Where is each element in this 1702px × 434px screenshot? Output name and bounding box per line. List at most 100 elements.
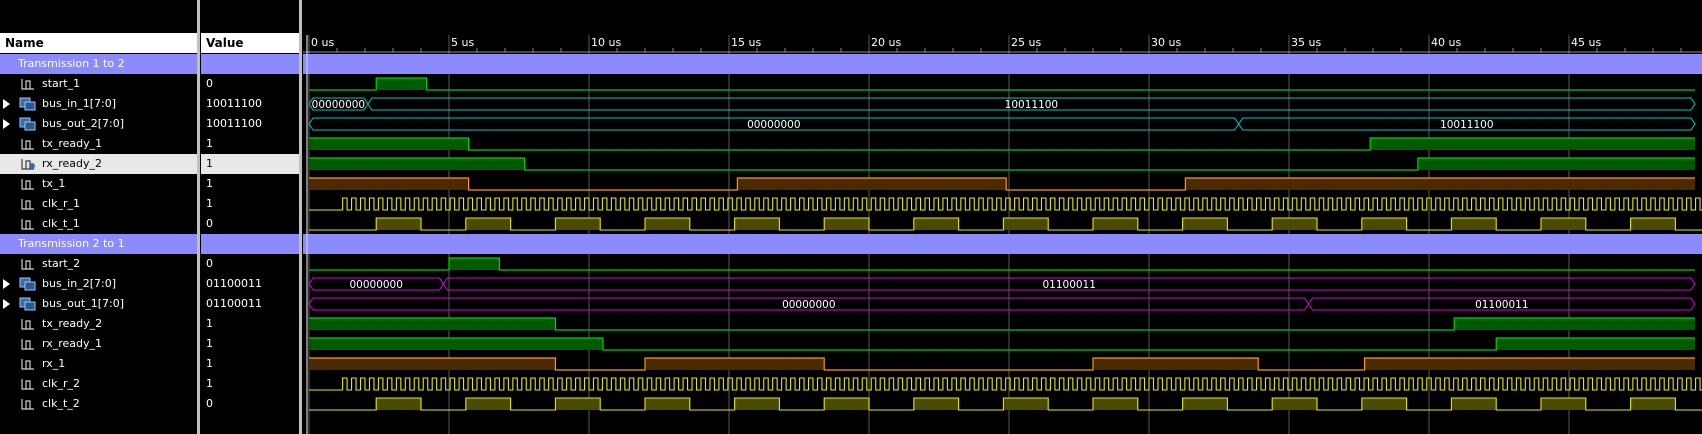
clock-high-fill — [824, 218, 869, 230]
clock-high-fill — [465, 218, 511, 230]
signal-row[interactable]: tx_1 — [0, 174, 197, 194]
high-level-fill — [737, 178, 1007, 190]
expand-arrow-icon[interactable] — [3, 119, 10, 129]
logic-signal-icon — [20, 397, 36, 411]
signal-value: 1 — [206, 337, 213, 350]
group-label: Transmission 1 to 2 — [18, 57, 125, 70]
bit-waveform — [309, 77, 1695, 91]
signal-value: 1 — [206, 377, 213, 390]
clock-high-fill — [1093, 398, 1138, 410]
clock-high-fill — [1361, 398, 1407, 410]
logic-signal-icon — [20, 157, 36, 171]
signal-value: 10011100 — [206, 117, 262, 130]
logic-signal-icon — [20, 217, 36, 231]
clock-high-fill — [1541, 398, 1586, 410]
time-axis-label: 30 us — [1151, 36, 1181, 49]
expand-arrow-icon[interactable] — [3, 99, 10, 109]
high-level-fill — [309, 358, 556, 370]
signal-row[interactable]: clk_r_1 — [0, 194, 197, 214]
time-axis-label: 25 us — [1011, 36, 1041, 49]
high-level-fill — [1454, 318, 1695, 330]
time-axis-label: 5 us — [451, 36, 474, 49]
signal-row[interactable]: bus_out_2[7:0] — [0, 114, 197, 134]
clock-high-fill — [1182, 398, 1228, 410]
signal-value: 1 — [206, 317, 213, 330]
clock-high-fill — [913, 218, 959, 230]
signal-name: start_1 — [42, 77, 81, 90]
logic-signal-icon — [20, 377, 36, 391]
bus-value-label: 10011100 — [1005, 99, 1058, 111]
bus-value-label: 01100011 — [1475, 299, 1528, 311]
signal-name: clk_t_2 — [42, 397, 80, 410]
signal-row[interactable]: clk_r_2 — [0, 374, 197, 394]
logic-signal-icon — [20, 317, 36, 331]
signal-group-row[interactable]: Transmission 1 to 2 — [0, 54, 197, 74]
high-level-fill — [376, 78, 427, 90]
logic-signal-icon — [20, 137, 36, 151]
expand-arrow-icon[interactable] — [3, 299, 10, 309]
clock-high-fill — [1272, 218, 1317, 230]
time-axis-label: 40 us — [1431, 36, 1461, 49]
signal-value — [201, 234, 299, 254]
signal-name: bus_in_1[7:0] — [42, 97, 116, 110]
high-level-fill — [309, 318, 556, 330]
bus-value-label: 01100011 — [1042, 279, 1095, 291]
signal-name: tx_1 — [42, 177, 66, 190]
clock-high-fill — [1630, 398, 1676, 410]
time-axis-label: 0 us — [311, 36, 334, 49]
name-column-header[interactable]: Name — [0, 33, 197, 53]
signal-row[interactable]: clk_t_2 — [0, 394, 197, 414]
high-level-fill — [309, 338, 603, 350]
signal-name: rx_1 — [42, 357, 66, 370]
high-level-fill — [1364, 358, 1695, 370]
signal-row[interactable]: bus_out_1[7:0] — [0, 294, 197, 314]
clock-high-fill — [824, 398, 869, 410]
signal-name: clk_t_1 — [42, 217, 80, 230]
group-wave-bar — [303, 234, 1702, 254]
name-value-splitter[interactable] — [197, 0, 200, 434]
signal-value: 0 — [206, 397, 213, 410]
high-level-fill — [1496, 338, 1695, 350]
signal-name: start_2 — [42, 257, 81, 270]
clock-high-fill — [376, 218, 421, 230]
logic-signal-icon — [20, 77, 36, 91]
time-axis-label: 10 us — [591, 36, 621, 49]
waveform-canvas[interactable]: 0 us 5 us 10 us 15 us 20 us 25 us 30 us 35 us 40… — [303, 0, 1702, 434]
signal-row[interactable]: bus_in_2[7:0] — [0, 274, 197, 294]
signal-name: clk_r_1 — [42, 197, 80, 210]
clock-high-fill — [1630, 218, 1676, 230]
signal-row[interactable]: start_1 — [0, 74, 197, 94]
signal-value: 01100011 — [206, 277, 262, 290]
bus-signal-icon — [18, 297, 36, 311]
logic-signal-icon — [20, 197, 36, 211]
bus-value-label: 00000000 — [349, 279, 402, 291]
clock-high-fill — [555, 398, 601, 410]
bus-signal-icon — [18, 117, 36, 131]
clock-high-fill — [645, 398, 690, 410]
signal-value: 1 — [206, 177, 213, 190]
clock-high-fill — [1361, 218, 1407, 230]
signal-row[interactable]: tx_ready_1 — [0, 134, 197, 154]
signal-row[interactable]: tx_ready_2 — [0, 314, 197, 334]
high-level-fill — [645, 358, 825, 370]
signal-name: bus_in_2[7:0] — [42, 277, 116, 290]
signal-row[interactable]: bus_in_1[7:0] — [0, 94, 197, 114]
bus-value-label: 00000000 — [782, 299, 835, 311]
expand-arrow-icon[interactable] — [3, 279, 10, 289]
value-column-header[interactable]: Value — [201, 33, 299, 53]
signal-row[interactable]: rx_ready_2 — [0, 154, 197, 174]
value-wave-splitter[interactable] — [299, 0, 302, 434]
signal-value: 1 — [206, 197, 213, 210]
signal-row[interactable]: rx_ready_1 — [0, 334, 197, 354]
bus-value-label: 10011100 — [1440, 119, 1493, 131]
clock-high-fill — [645, 218, 690, 230]
signal-row[interactable]: clk_t_1 — [0, 214, 197, 234]
clock-high-fill — [1541, 218, 1586, 230]
bus-value-label: 00000000 — [747, 119, 800, 131]
clock-high-fill — [1003, 398, 1049, 410]
signal-row[interactable]: rx_1 — [0, 354, 197, 374]
high-level-fill — [1185, 178, 1695, 190]
signal-row[interactable]: start_2 — [0, 254, 197, 274]
signal-group-row[interactable]: Transmission 2 to 1 — [0, 234, 197, 254]
clock-high-fill — [1451, 218, 1497, 230]
